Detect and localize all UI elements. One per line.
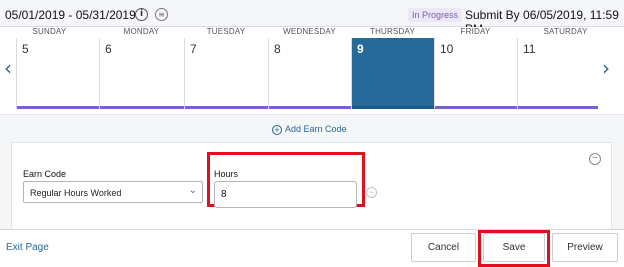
exit-page-link[interactable]: Exit Page xyxy=(6,242,49,253)
hours-bar xyxy=(435,106,517,109)
chevron-left-icon[interactable]: ‹ xyxy=(2,58,14,78)
earn-code-value: Regular Hours Worked xyxy=(30,188,122,198)
day-number: 7 xyxy=(190,42,197,56)
hours-bar xyxy=(17,106,99,109)
day-name-thursday: THURSDAY xyxy=(369,27,415,36)
status-badge: In Progress xyxy=(408,8,463,22)
hours-label: Hours xyxy=(214,169,239,179)
comment-icon[interactable]: ≡ xyxy=(155,8,168,21)
info-icon[interactable]: i xyxy=(135,8,148,21)
day-cell-wednesday[interactable]: 8 xyxy=(268,38,351,109)
plus-circle-icon: + xyxy=(272,125,282,135)
earn-code-card: − Earn Code Regular Hours Worked ⌄ Hours… xyxy=(11,142,612,230)
earn-code-select[interactable]: Regular Hours Worked ⌄ xyxy=(23,181,203,203)
day-number: 5 xyxy=(22,42,29,56)
earn-code-section: + Add Earn Code − Earn Code Regular Hours… xyxy=(0,114,624,230)
week-calendar: SUNDAY MONDAY TUESDAY WEDNESDAY THURSDAY… xyxy=(0,27,624,114)
day-cell-monday[interactable]: 6 xyxy=(99,38,184,109)
timesheet-page: 05/01/2019 - 05/31/2019 i ≡ In Progress … xyxy=(0,0,624,267)
day-cell-thursday-selected[interactable]: 9 xyxy=(351,38,434,109)
hours-bar xyxy=(269,106,351,109)
day-names-row: SUNDAY MONDAY TUESDAY WEDNESDAY THURSDAY… xyxy=(0,27,624,38)
day-cell-saturday[interactable]: 11 xyxy=(517,38,598,109)
save-highlight-box xyxy=(478,230,550,267)
day-name-wednesday: WEDNESDAY xyxy=(283,27,336,36)
chevron-down-icon: ⌄ xyxy=(188,185,197,196)
cancel-button[interactable]: Cancel xyxy=(411,233,476,262)
day-number: 9 xyxy=(357,42,364,56)
day-name-tuesday: TUESDAY xyxy=(206,27,246,36)
hours-bar xyxy=(185,106,268,109)
chevron-right-icon[interactable]: › xyxy=(600,58,612,78)
earn-code-label: Earn Code xyxy=(23,169,67,179)
hours-bar xyxy=(518,106,598,109)
collapse-minus-icon[interactable]: − xyxy=(589,153,601,165)
timesheet-header: 05/01/2019 - 05/31/2019 i ≡ In Progress … xyxy=(0,0,624,36)
day-name-friday: FRIDAY xyxy=(460,27,491,36)
add-earn-code-label: Add Earn Code xyxy=(285,124,347,134)
day-number: 6 xyxy=(105,42,112,56)
day-name-saturday: SATURDAY xyxy=(543,27,588,36)
day-number: 8 xyxy=(274,42,281,56)
add-earn-code-link[interactable]: + Add Earn Code xyxy=(272,124,347,135)
period-range: 05/01/2019 - 05/31/2019 xyxy=(5,8,136,22)
hours-input[interactable]: 8 xyxy=(214,181,357,208)
day-number: 11 xyxy=(523,42,536,56)
day-cell-tuesday[interactable]: 7 xyxy=(184,38,268,109)
day-name-monday: MONDAY xyxy=(123,27,160,36)
day-number: 10 xyxy=(440,42,454,56)
day-cell-sunday[interactable]: 5 xyxy=(16,38,99,109)
day-cell-friday[interactable]: 10 xyxy=(434,38,517,109)
remove-entry-icon[interactable]: − xyxy=(366,187,377,198)
hours-bar xyxy=(100,106,184,109)
preview-button[interactable]: Preview xyxy=(552,233,618,262)
hours-bar xyxy=(352,106,434,109)
day-name-sunday: SUNDAY xyxy=(32,27,67,36)
